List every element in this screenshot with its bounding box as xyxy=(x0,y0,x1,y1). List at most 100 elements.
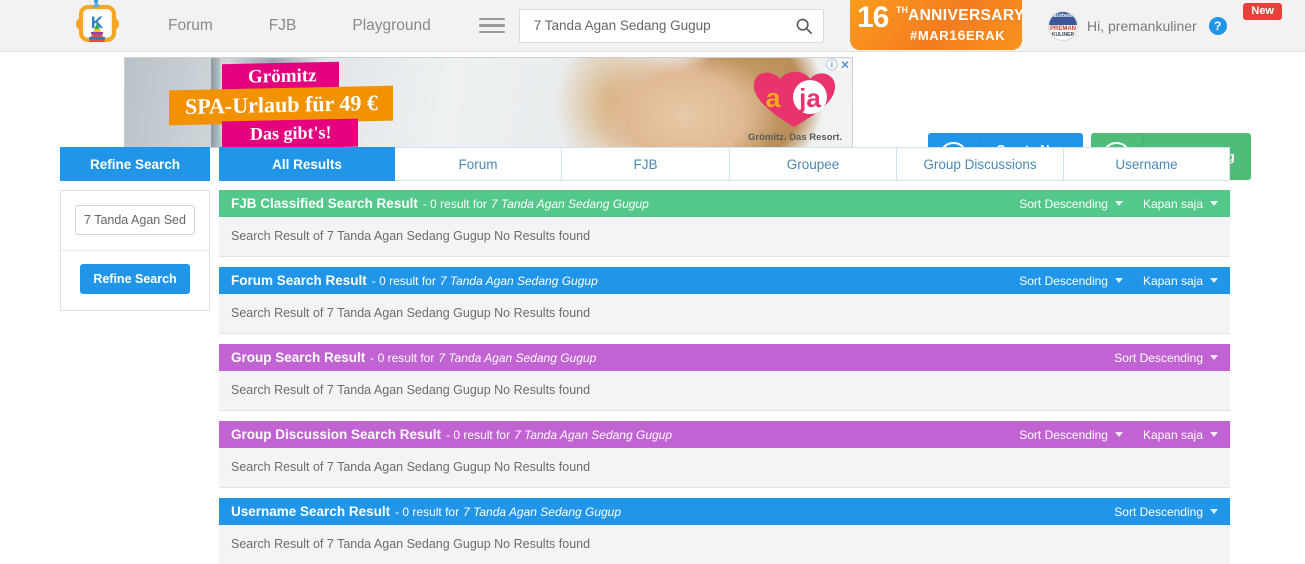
user-greeting[interactable]: Hi, premankuliner xyxy=(1087,18,1197,34)
result-header: Username Search Result - 0 result for 7 Ta… xyxy=(219,498,1230,525)
anniversary-banner[interactable]: 16 TH ANNIVERSARY #MAR16ERAK xyxy=(850,0,1022,50)
result-body-text: Search Result of 7 Tanda Agan Sedang Gug… xyxy=(219,448,1230,488)
time-filter-dropdown[interactable]: Kapan saja xyxy=(1143,197,1218,211)
anniversary-word: ANNIVERSARY xyxy=(908,7,1022,24)
nav-item-fjb[interactable]: FJB xyxy=(241,0,325,52)
sort-dropdown[interactable]: Sort Descending xyxy=(1019,428,1123,442)
result-count-prefix: - 0 result for xyxy=(371,273,436,288)
result-title: Forum Search Result xyxy=(231,273,367,288)
ad-line3: Das gibt's! xyxy=(222,118,358,147)
result-title: Username Search Result xyxy=(231,504,391,519)
chevron-down-icon xyxy=(1210,355,1218,360)
anniversary-ordinal: TH xyxy=(896,5,908,15)
sort-dropdown-label: Sort Descending xyxy=(1019,273,1108,288)
search-input[interactable] xyxy=(531,17,795,34)
sort-dropdown[interactable]: Sort Descending xyxy=(1114,505,1218,519)
result-count-text: - 0 result for 7 Tanda Agan Sedang Gugup xyxy=(370,351,596,365)
avatar-top-text: facebook xyxy=(1052,13,1074,19)
time-filter-dropdown[interactable]: Kapan saja xyxy=(1143,274,1218,288)
refine-search-header[interactable]: Refine Search xyxy=(60,147,210,181)
tab-all-results[interactable]: All Results xyxy=(219,147,395,181)
chevron-down-icon xyxy=(1114,201,1123,206)
ad-brand-logo: a ja xyxy=(753,71,836,127)
result-body-text: Search Result of 7 Tanda Agan Sedang Gug… xyxy=(219,371,1230,411)
chevron-down-icon xyxy=(1210,509,1218,514)
user-zone: facebook PREMAN KULINER Hi, premankuline… xyxy=(1048,0,1227,52)
result-header: Forum Search Result - 0 result for 7 Tanda… xyxy=(219,267,1230,294)
search-zone xyxy=(478,8,824,43)
result-query: 7 Tanda Agan Sedang Gugup xyxy=(439,273,598,288)
chevron-down-icon xyxy=(1114,432,1123,437)
tab-label: Username xyxy=(1115,156,1178,172)
ad-controls: ⓘ ✕ xyxy=(825,59,850,71)
nav-item-forum[interactable]: Forum xyxy=(140,0,241,52)
hamburger-icon[interactable] xyxy=(478,15,505,37)
result-body-text: Search Result of 7 Tanda Agan Sedang Gug… xyxy=(219,217,1230,257)
avatar[interactable]: facebook PREMAN KULINER xyxy=(1048,11,1078,41)
chevron-down-icon xyxy=(1210,201,1218,206)
sort-dropdown[interactable]: Sort Descending xyxy=(1114,351,1218,365)
result-count-text: - 0 result for 7 Tanda Agan Sedang Gugup xyxy=(446,428,672,442)
chevron-down-icon xyxy=(1210,432,1218,437)
new-badge[interactable]: New xyxy=(1243,3,1282,20)
refine-input-wrap xyxy=(61,191,209,251)
time-filter-label: Kapan saja xyxy=(1142,273,1203,288)
result-header: FJB Classified Search Result - 0 result f… xyxy=(219,190,1230,217)
result-body-text: Search Result of 7 Tanda Agan Sedang Gug… xyxy=(219,294,1230,334)
time-filter-label: Kapan saja xyxy=(1142,196,1203,211)
search-icon[interactable] xyxy=(795,17,813,35)
result-count-prefix: - 0 result for xyxy=(422,196,487,211)
result-header: Group Discussion Search Result - 0 result… xyxy=(219,421,1230,448)
time-filter-label: Kapan saja xyxy=(1142,427,1203,442)
close-icon[interactable]: ✕ xyxy=(840,59,850,71)
refine-search-panel: Refine Search xyxy=(60,190,210,311)
tab-fjb[interactable]: FJB xyxy=(562,147,730,181)
sort-dropdown[interactable]: Sort Descending xyxy=(1019,197,1123,211)
sort-dropdown-label: Sort Descending xyxy=(1114,350,1203,365)
result-block: Group Search Result - 0 result for 7 Tanda… xyxy=(219,344,1230,411)
tab-label: All Results xyxy=(272,156,342,172)
anniversary-hashtag: #MAR16ERAK xyxy=(910,27,1006,43)
result-query: 7 Tanda Agan Sedang Gugup xyxy=(514,427,673,442)
sort-dropdown-label: Sort Descending xyxy=(1114,504,1203,519)
info-icon[interactable]: ⓘ xyxy=(826,59,838,71)
result-count-text: - 0 result for 7 Tanda Agan Sedang Gugup xyxy=(372,274,598,288)
help-icon[interactable]: ? xyxy=(1208,17,1227,35)
results-list: FJB Classified Search Result - 0 result f… xyxy=(219,190,1230,564)
result-block: FJB Classified Search Result - 0 result f… xyxy=(219,190,1230,257)
avatar-bottom-text: KULINER xyxy=(1051,32,1075,39)
kaskus-logo[interactable]: K xyxy=(68,0,126,50)
kaskus-logo-icon: K xyxy=(76,0,119,42)
page-body: Refine Search FJB Classified Search Resu… xyxy=(0,190,1305,564)
tab-row: Refine Search All Results Forum FJB Groupee… xyxy=(0,147,1305,181)
tab-forum[interactable]: Forum xyxy=(395,147,562,181)
tab-groupee[interactable]: Groupee xyxy=(730,147,897,181)
result-count-prefix: - 0 result for xyxy=(370,350,435,365)
tab-label: Group Discussions xyxy=(923,156,1037,172)
tab-group-discussions[interactable]: Group Discussions xyxy=(897,147,1064,181)
tab-label: FJB xyxy=(633,156,658,172)
tab-label: Forum xyxy=(458,156,498,172)
result-block: Username Search Result - 0 result for 7 Ta… xyxy=(219,498,1230,564)
sort-dropdown-label: Sort Descending xyxy=(1019,196,1108,211)
time-filter-dropdown[interactable]: Kapan saja xyxy=(1143,428,1218,442)
result-query: 7 Tanda Agan Sedang Gugup xyxy=(463,504,622,519)
main-nav: Forum FJB Playground xyxy=(140,0,459,52)
result-query: 7 Tanda Agan Sedang Gugup xyxy=(438,350,597,365)
refine-search-button[interactable]: Refine Search xyxy=(80,264,190,294)
result-block: Group Discussion Search Result - 0 result… xyxy=(219,421,1230,488)
search-box[interactable] xyxy=(518,8,824,43)
svg-text:a: a xyxy=(765,83,781,113)
result-title: FJB Classified Search Result xyxy=(231,196,418,211)
result-count-prefix: - 0 result for xyxy=(446,427,511,442)
advertisement-banner[interactable]: Grömitz SPA-Urlaub für 49 € Das gibt's! … xyxy=(124,57,853,148)
result-header: Group Search Result - 0 result for 7 Tanda… xyxy=(219,344,1230,371)
nav-item-playground[interactable]: Playground xyxy=(324,0,458,52)
refine-search-input[interactable] xyxy=(75,205,195,235)
chevron-down-icon xyxy=(1114,278,1123,283)
result-block: Forum Search Result - 0 result for 7 Tanda… xyxy=(219,267,1230,334)
tab-username[interactable]: Username xyxy=(1064,147,1230,181)
avatar-mid-text: PREMAN xyxy=(1049,26,1076,32)
site-header: K Forum FJB Playground 16 TH xyxy=(0,0,1305,52)
sort-dropdown[interactable]: Sort Descending xyxy=(1019,274,1123,288)
